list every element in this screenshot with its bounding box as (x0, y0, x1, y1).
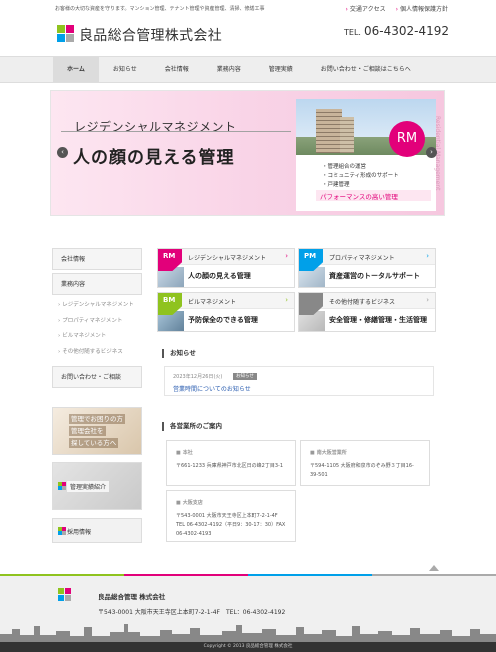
nav-business[interactable]: 業務内容 (203, 57, 255, 82)
tile-other[interactable]: その他付随するビジネス › 安全管理・修繕管理・生活管理 (298, 292, 436, 332)
office-card-minami: ■ 南大阪営業所 〒594-1105 大阪府和泉市のぞみ野３丁目16-39-501 (300, 440, 430, 486)
phone-number: TEL. 06-4302-4192 (344, 24, 449, 38)
news-link[interactable]: 営業時間についてのお知らせ (173, 384, 251, 393)
sidebar-item-bm[interactable]: › ビルマネジメント (52, 329, 142, 345)
hero-performance: パフォーマンスの高い管理 (320, 193, 398, 201)
chevron-right-icon: › (285, 252, 288, 260)
recruit-banner[interactable]: 採用情報 (52, 518, 142, 543)
nav-company[interactable]: 会社情報 (151, 57, 203, 82)
sidebar-contact[interactable]: お問い合わせ・ご相談 (52, 366, 142, 388)
bullet-icon: ■ (310, 450, 315, 456)
access-link[interactable]: › 交通アクセス (345, 4, 385, 13)
sidebar-company[interactable]: 会社情報 (52, 248, 142, 270)
nav-results[interactable]: 管理実績 (255, 57, 307, 82)
hero-bullets: ・管理組合の運営 ・コミュニティ形成のサポート ・戸建管理 (322, 164, 399, 188)
top-bar: お客様の大切な資産を守ります。マンション管理、テナント管理や資産管理、清掃、修繕… (0, 0, 496, 18)
chevron-right-icon: › (426, 296, 429, 304)
company-name[interactable]: 良品総合管理株式会社 (79, 25, 222, 45)
offices-heading: 各営業所のご案内 (162, 422, 222, 431)
hero-slider[interactable]: レジデンシャルマネジメント 人の顔の見える管理 RM ・管理組合の運営 ・コミュ… (50, 90, 445, 216)
footer-logo-icon[interactable] (58, 588, 72, 602)
arrow-icon: › (395, 6, 398, 13)
main-nav: ホーム お知らせ 会社情報 業務内容 管理実績 お問い合わせ・ご相談はこちらへ (0, 56, 496, 83)
news-date: 2023年12月26日(火) (173, 374, 223, 380)
hero-subtitle: レジデンシャルマネジメント (74, 120, 237, 134)
nav-home[interactable]: ホーム (53, 57, 99, 82)
office-card-osaka: ■ 大阪支店 〒543-0001 大阪市天王寺区上本町7-2-1-4F TEL 0… (166, 490, 296, 542)
bullet-icon: ■ (176, 500, 181, 506)
chevron-right-icon: › (426, 252, 429, 260)
sidebar: 会社情報 業務内容 › レジデンシャルマネジメント › プロパティマネジメント › ビ… (52, 248, 142, 548)
news-category-badge: お知らせ (233, 373, 257, 380)
city-skyline-icon (0, 624, 496, 642)
bullet-icon: ■ (176, 450, 181, 456)
footer-color-stripe (0, 574, 496, 576)
logo-mark-icon (58, 527, 66, 535)
site-tagline: お客様の大切な資産を守ります。マンション管理、テナント管理や資産管理、清掃、修繕… (55, 6, 265, 12)
nav-contact[interactable]: お問い合わせ・ご相談はこちらへ (307, 57, 425, 82)
sidebar-item-other[interactable]: › その他付随するビジネス (52, 345, 142, 361)
hero-divider (61, 131, 291, 132)
site-header: 良品総合管理株式会社 TEL. 06-4302-4192 (0, 18, 496, 54)
results-banner[interactable]: 管理実績紹介 (52, 462, 142, 510)
tile-rm[interactable]: RM レジデンシャルマネジメント › 人の顔の見える管理 (157, 248, 295, 288)
page-top-icon[interactable] (429, 565, 439, 571)
chevron-right-icon: › (285, 296, 288, 304)
slider-next-icon[interactable]: › (426, 147, 437, 158)
company-logo-icon[interactable] (57, 25, 75, 43)
building-photo: RM ・管理組合の運営 ・コミュニティ形成のサポート ・戸建管理 パフォーマンス… (296, 99, 436, 211)
copyright: Copyright © 2013 良品総合管理 株式会社 (0, 642, 496, 652)
sidebar-item-pm[interactable]: › プロパティマネジメント (52, 314, 142, 330)
site-footer: 良品総合管理 株式会社 〒543-0001 大阪市天王寺区上本町7-2-1-4F… (0, 574, 496, 652)
news-item: 2023年12月26日(火) お知らせ 営業時間についてのお知らせ (164, 366, 434, 396)
consult-banner[interactable]: 管理でお困りの方 管理会社を 探している方へ (52, 407, 142, 455)
office-card-hq: ■ 本社 〒661-1233 兵庫県神戸市北区日の峰2丁目3-1 (166, 440, 296, 486)
nav-news[interactable]: お知らせ (99, 57, 151, 82)
sidebar-business[interactable]: 業務内容 (52, 273, 142, 295)
privacy-link[interactable]: › 個人情報保護方針 (396, 4, 448, 13)
logo-mark-icon (58, 482, 66, 490)
arrow-icon: › (345, 6, 348, 13)
sidebar-item-rm[interactable]: › レジデンシャルマネジメント (52, 298, 142, 314)
tile-bm[interactable]: BM ビルマネジメント › 予防保全のできる管理 (157, 292, 295, 332)
rm-badge: RM (389, 121, 425, 157)
news-heading: お知らせ (162, 349, 196, 358)
tile-pm[interactable]: PM プロパティマネジメント › 資産運営のトータルサポート (298, 248, 436, 288)
slider-prev-icon[interactable]: ‹ (57, 147, 68, 158)
top-links: › 交通アクセス › 個人情報保護方針 (345, 4, 448, 13)
hero-title: 人の顔の見える管理 (73, 148, 235, 168)
footer-company-name: 良品総合管理 株式会社 (98, 593, 166, 601)
footer-address: 〒543-0001 大阪市天王寺区上本町7-2-1-4F TEL：06-4302… (98, 609, 286, 616)
